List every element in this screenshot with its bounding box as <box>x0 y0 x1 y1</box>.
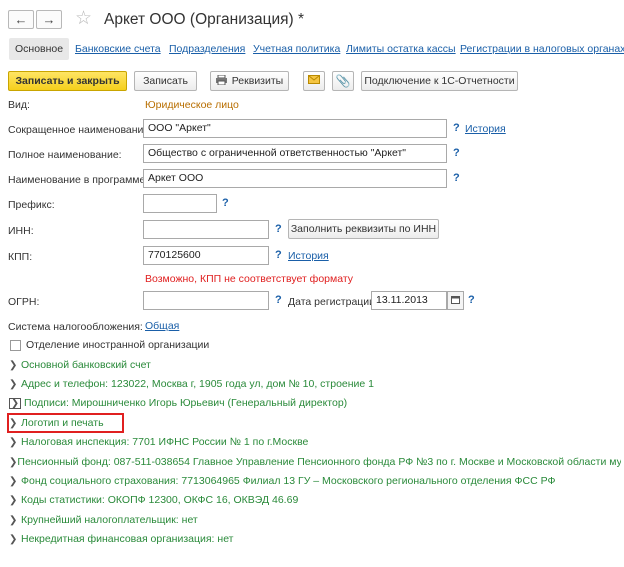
requisites-button[interactable]: Реквизиты <box>210 71 289 91</box>
group-signatures-label: Подписи: Мирошниченко Игорь Юрьевич (Ген… <box>24 397 348 409</box>
group-social-insurance[interactable]: ❯ Фонд социального страхования: 771306496… <box>9 475 555 487</box>
chevron-right-icon: ❯ <box>9 359 18 371</box>
tab-main[interactable]: Основное <box>9 38 70 60</box>
envelope-icon <box>308 75 320 87</box>
reg-date-field[interactable]: 13.11.2013 <box>371 291 447 310</box>
save-and-close-button[interactable]: Записать и закрыть <box>8 71 127 91</box>
prefix-field[interactable] <box>143 194 217 213</box>
group-tax-inspection-label: Налоговая инспекция: 7701 ИФНС России № … <box>21 436 309 448</box>
arrow-right-icon: → <box>42 12 56 27</box>
chevron-right-icon: ❯ <box>9 494 18 506</box>
short-name-history-link[interactable]: История <box>465 123 506 135</box>
group-noncredit-finance[interactable]: ❯ Некредитная финансовая организация: нет <box>9 533 234 545</box>
inn-help[interactable]: ? <box>275 223 282 235</box>
group-bank-account[interactable]: ❯ Основной банковский счет <box>9 359 151 371</box>
printer-icon <box>215 74 227 88</box>
program-name-label: Наименование в программе: <box>8 174 149 186</box>
inn-field[interactable] <box>143 220 269 239</box>
kpp-label: КПП: <box>8 251 33 263</box>
vid-label: Вид: <box>8 99 30 111</box>
group-largest-taxpayer-label: Крупнейший налогоплательщик: нет <box>21 514 198 526</box>
star-icon[interactable]: ☆ <box>75 9 92 28</box>
chevron-right-icon: ❯ <box>9 475 18 487</box>
back-button[interactable]: ← <box>8 10 34 29</box>
kpp-field[interactable]: 770125600 <box>143 246 269 265</box>
group-logo-seal-label: Логотип и печать <box>21 417 104 429</box>
full-name-help[interactable]: ? <box>453 147 460 159</box>
program-name-help[interactable]: ? <box>453 172 460 184</box>
chevron-right-icon: ❯ <box>9 456 18 468</box>
ogrn-field[interactable] <box>143 291 269 310</box>
prefix-help[interactable]: ? <box>222 197 229 209</box>
foreign-branch-checkbox[interactable] <box>10 340 21 351</box>
chevron-right-icon: ❯ <box>9 397 21 409</box>
group-tax-inspection[interactable]: ❯ Налоговая инспекция: 7701 ИФНС России №… <box>9 436 308 448</box>
group-largest-taxpayer[interactable]: ❯ Крупнейший налогоплательщик: нет <box>9 514 198 526</box>
group-social-insurance-label: Фонд социального страхования: 7713064965… <box>21 475 556 487</box>
tab-accounting-policy[interactable]: Учетная политика <box>253 43 340 55</box>
chevron-right-icon: ❯ <box>9 533 18 545</box>
ogrn-help[interactable]: ? <box>275 294 282 306</box>
reg-date-label: Дата регистрации: <box>288 296 378 308</box>
short-name-help[interactable]: ? <box>453 122 460 134</box>
page-title: Аркет ООО (Организация) * <box>104 11 305 28</box>
group-pension-fund-label: Пенсионный фонд: 087-511-038654 Главное … <box>17 456 621 468</box>
tab-cash-limits[interactable]: Лимиты остатка кассы <box>346 43 456 55</box>
full-name-field[interactable]: Общество с ограниченной ответственностью… <box>143 144 447 163</box>
calendar-button[interactable] <box>447 291 464 310</box>
prefix-label: Префикс: <box>8 199 55 211</box>
group-address-label: Адрес и телефон: 123022, Москва г, 1905 … <box>21 378 375 390</box>
group-signatures[interactable]: ❯ Подписи: Мирошниченко Игорь Юрьевич (Ге… <box>9 397 347 409</box>
tab-bank-accounts[interactable]: Банковские счета <box>75 43 161 55</box>
foreign-branch-label: Отделение иностранной организации <box>26 339 210 351</box>
program-name-field[interactable]: Аркет ООО <box>143 169 447 188</box>
kpp-help[interactable]: ? <box>275 249 282 261</box>
chevron-right-icon: ❯ <box>9 378 18 390</box>
tax-system-link[interactable]: Общая <box>145 320 179 332</box>
paperclip-icon: 📎 <box>335 74 351 88</box>
tab-tax-registrations[interactable]: Регистрации в налоговых органах <box>460 43 624 55</box>
requisites-label: Реквизиты <box>231 75 284 87</box>
group-logo-seal[interactable]: ❯ Логотип и печать <box>9 417 104 429</box>
fill-by-inn-button[interactable]: Заполнить реквизиты по ИНН <box>288 219 439 239</box>
group-noncredit-finance-label: Некредитная финансовая организация: нет <box>21 533 234 545</box>
forward-button[interactable]: → <box>36 10 62 29</box>
group-pension-fund[interactable]: ❯ Пенсионный фонд: 087-511-038654 Главное… <box>9 456 621 468</box>
inn-label: ИНН: <box>8 225 34 237</box>
short-name-field[interactable]: ООО "Аркет" <box>143 119 447 138</box>
chevron-right-icon: ❯ <box>9 417 18 429</box>
reg-date-help[interactable]: ? <box>468 294 475 306</box>
calendar-icon <box>451 295 460 307</box>
mail-button[interactable] <box>303 71 325 91</box>
group-address[interactable]: ❯ Адрес и телефон: 123022, Москва г, 1905… <box>9 378 374 390</box>
arrow-left-icon: ← <box>14 12 28 27</box>
group-bank-account-label: Основной банковский счет <box>21 359 151 371</box>
chevron-right-icon: ❯ <box>9 436 18 448</box>
full-name-label: Полное наименование: <box>8 149 122 161</box>
chevron-right-icon: ❯ <box>9 514 18 526</box>
vid-value[interactable]: Юридическое лицо <box>145 99 239 111</box>
attachment-button[interactable]: 📎 <box>332 71 354 91</box>
group-stat-codes[interactable]: ❯ Коды статистики: ОКОПФ 12300, ОКФС 16, … <box>9 494 298 506</box>
tax-system-label: Система налогообложения: <box>8 321 143 333</box>
tab-departments[interactable]: Подразделения <box>169 43 245 55</box>
connect-1c-reporting-button[interactable]: Подключение к 1С-Отчетности <box>361 71 518 91</box>
kpp-error-message: Возможно, КПП не соответствует формату <box>145 273 354 285</box>
kpp-history-link[interactable]: История <box>288 250 329 262</box>
group-stat-codes-label: Коды статистики: ОКОПФ 12300, ОКФС 16, О… <box>21 494 299 506</box>
ogrn-label: ОГРН: <box>8 296 40 308</box>
short-name-label: Сокращенное наименование: <box>8 124 153 136</box>
save-button[interactable]: Записать <box>134 71 197 91</box>
